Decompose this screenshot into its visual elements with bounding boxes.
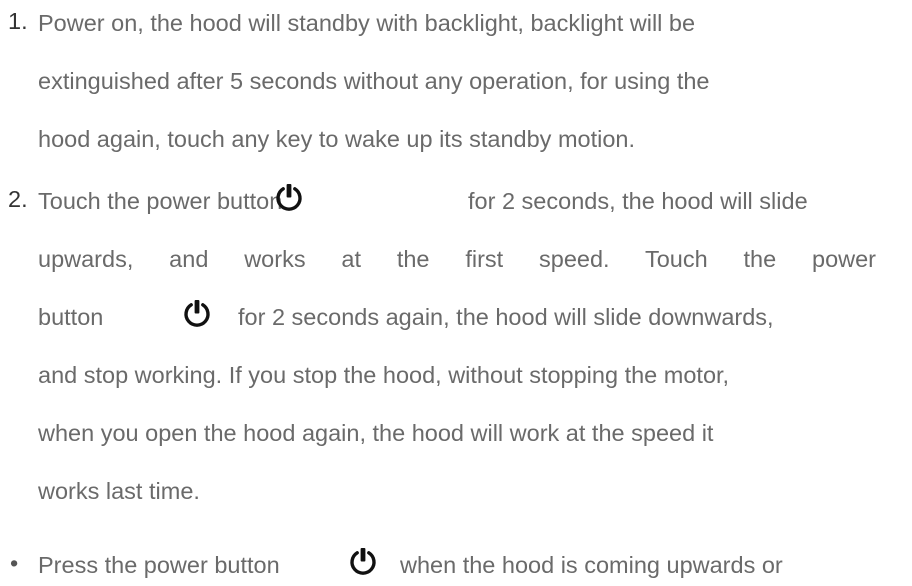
power-icon — [348, 546, 378, 576]
bullet-line-1-start: Press the power button — [38, 552, 280, 578]
power-icon — [274, 182, 304, 212]
item-1-number: 1. — [8, 8, 28, 34]
bullet-line-1-end: when the hood is coming upwards or — [400, 552, 783, 578]
item-2-number: 2. — [8, 186, 28, 212]
item-2-line-6: works last time. — [38, 478, 200, 504]
item-2-line-3-start: button — [38, 304, 104, 330]
item-2-line-4: and stop working. If you stop the hood, … — [38, 362, 730, 388]
power-icon — [182, 298, 212, 328]
item-1-line-3: hood again, touch any key to wake up its… — [38, 126, 636, 152]
item-1-line-1: Power on, the hood will standby with bac… — [38, 10, 696, 36]
item-2-line-2: upwards, and works at the first speed. T… — [38, 246, 876, 272]
item-2-line-1-start: Touch the power button — [38, 188, 283, 214]
item-2-line-1-end: for 2 seconds, the hood will slide — [468, 188, 808, 214]
item-1-line-2: extinguished after 5 seconds without any… — [38, 68, 710, 94]
item-2-line-5: when you open the hood again, the hood w… — [38, 420, 714, 446]
item-2-line-3-end: for 2 seconds again, the hood will slide… — [238, 304, 774, 330]
bullet-marker: • — [10, 550, 19, 576]
